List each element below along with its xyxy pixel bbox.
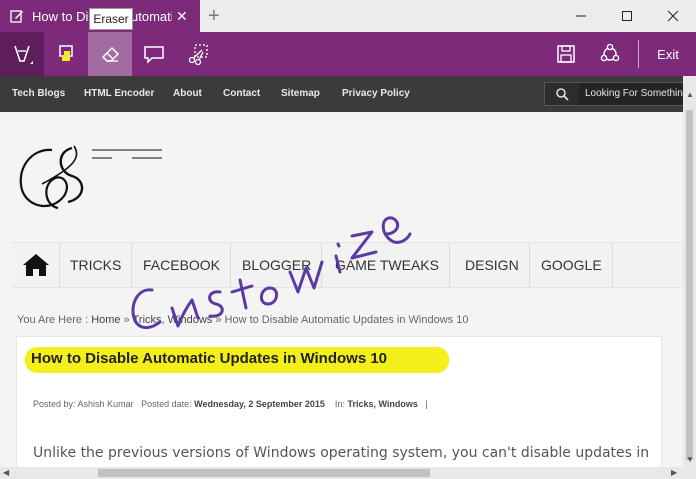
scroll-up-icon[interactable]: ▲ [686,90,694,99]
site-top-nav: Tech Blogs HTML Encoder About Contact Si… [0,76,696,112]
post-date: Wednesday, 2 September 2015 [194,399,325,409]
menu-item-design[interactable]: DESIGN [455,243,530,287]
vertical-scroll-thumb[interactable] [686,110,693,460]
nav-link-tech-blogs[interactable]: Tech Blogs [12,76,65,112]
site-search-input[interactable]: Looking For Something? [544,82,696,106]
breadcrumb-sep: » [123,314,130,326]
ink-toolbar: Exit [0,32,696,76]
home-button[interactable] [12,243,60,287]
category-menu: TRICKS FACEBOOK BLOGGER GAME TWEAKS DESI… [12,242,683,288]
nav-link-html-encoder[interactable]: HTML Encoder [84,76,154,112]
breadcrumb-home[interactable]: Home [91,314,120,326]
minimize-icon [576,15,586,17]
nav-link-contact[interactable]: Contact [223,76,260,112]
menu-item-google[interactable]: GOOGLE [531,243,613,287]
breadcrumb-current: How to Disable Automatic Updates in Wind… [224,314,469,326]
breadcrumb-comma: , [161,314,165,326]
minimize-button[interactable] [558,0,604,32]
search-placeholder: Looking For Something? [585,88,694,99]
scroll-left-icon[interactable]: ◀ [3,468,9,477]
close-window-button[interactable] [650,0,696,32]
breadcrumb: You Are Here : Home » Tricks, Windows » … [17,314,468,326]
maximize-icon [622,11,632,21]
posted-by-label: Posted by: [33,399,76,409]
article-body-text: Unlike the previous versions of Windows … [33,445,650,461]
posted-date-label: Posted date: [141,399,192,409]
scroll-down-icon[interactable]: ▼ [686,455,694,464]
scissors-icon [188,44,208,66]
post-categories[interactable]: Tricks, Windows [347,399,417,409]
comment-icon [144,46,164,64]
exit-button[interactable]: Exit [646,32,690,76]
pen-icon [14,45,33,64]
share-button[interactable] [588,32,632,76]
menu-item-facebook[interactable]: FACEBOOK [133,243,232,287]
eraser-tooltip: Eraser [89,8,133,30]
eraser-tool-button[interactable] [88,32,132,76]
menu-item-blogger[interactable]: BLOGGER [232,243,323,287]
breadcrumb-prefix: You Are Here : [17,314,89,326]
share-icon [600,43,620,62]
menu-item-game-tweaks[interactable]: GAME TWEAKS [325,243,450,287]
scroll-right-icon[interactable]: ▶ [671,468,677,477]
breadcrumb-windows[interactable]: Windows [168,314,213,326]
edit-icon [10,10,23,23]
save-button[interactable] [544,32,588,76]
author-name[interactable]: Ashish Kumar [78,399,134,409]
breadcrumb-tricks[interactable]: Tricks [133,314,162,326]
horizontal-scroll-thumb[interactable] [98,469,430,477]
search-icon[interactable] [545,83,579,105]
save-icon [557,45,575,63]
new-tab-button[interactable]: + [208,5,220,28]
toolbar-divider [638,40,639,68]
breadcrumb-sep: » [215,314,222,326]
web-page: TRICKS FACEBOOK BLOGGER GAME TWEAKS DESI… [0,112,683,467]
add-note-button[interactable] [132,32,176,76]
home-icon [22,254,49,276]
nav-link-privacy-policy[interactable]: Privacy Policy [342,76,410,112]
nav-link-sitemap[interactable]: Sitemap [281,76,320,112]
eraser-icon [101,46,120,62]
menu-item-tricks[interactable]: TRICKS [60,243,133,287]
close-tab-icon[interactable]: ✕ [176,8,188,25]
article-title[interactable]: How to Disable Automatic Updates in Wind… [31,350,387,367]
article-meta: Posted by: Ashish Kumar Posted date: Wed… [33,399,428,409]
maximize-button[interactable] [604,0,650,32]
clip-button[interactable] [176,32,220,76]
meta-divider: | [425,399,428,409]
spicytweaks-logo[interactable] [12,128,242,218]
pen-tool-button[interactable] [0,32,44,76]
highlighter-tool-button[interactable] [44,32,88,76]
highlighter-icon [59,45,73,61]
article-card: How to Disable Automatic Updates in Wind… [16,336,662,467]
nav-link-about[interactable]: About [173,76,202,112]
close-icon [667,10,679,22]
in-label: In: [334,399,345,409]
